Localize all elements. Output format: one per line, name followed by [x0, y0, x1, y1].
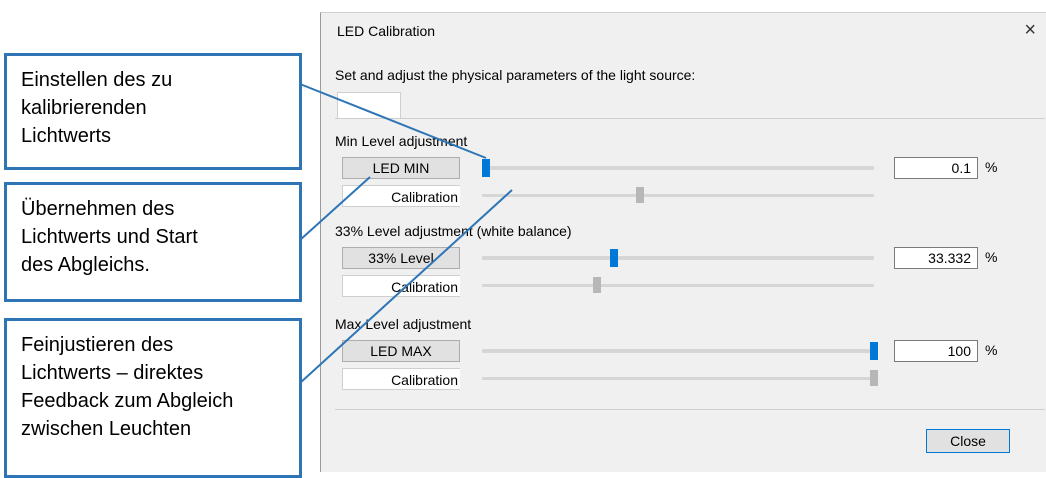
dialog-title: LED Calibration [337, 23, 436, 39]
max-calibration-button[interactable]: Calibration [342, 368, 460, 390]
min-calibration-button[interactable]: Calibration [342, 185, 460, 207]
callout-apply-start: Übernehmen des Lichtwerts und Start des … [4, 182, 302, 302]
level-33-unit: % [985, 249, 998, 265]
section-title-min: Min Level adjustment [335, 133, 468, 149]
level-33-slider[interactable] [482, 256, 874, 260]
max-calibration-slider[interactable] [482, 377, 878, 380]
level-33-calibration-slider[interactable] [482, 284, 874, 287]
led-min-button[interactable]: LED MIN [342, 157, 460, 179]
min-level-unit: % [985, 159, 998, 175]
level-33-calibration-slider-thumb[interactable] [593, 277, 602, 293]
section-title-33: 33% Level adjustment (white balance) [335, 223, 572, 239]
led-calibration-dialog: LED Calibration × Set and adjust the phy… [320, 12, 1046, 472]
calibration-panel: Min Level adjustment LED MIN 0.1 % Calib… [335, 118, 1045, 410]
close-icon[interactable]: × [1024, 19, 1036, 42]
max-calibration-slider-thumb[interactable] [870, 370, 878, 386]
max-level-unit: % [985, 342, 998, 358]
max-level-slider[interactable] [482, 349, 878, 353]
max-level-slider-thumb[interactable] [870, 342, 878, 360]
max-level-value-input[interactable]: 100 [894, 340, 978, 362]
callout-fine-adjust: Feinjustieren des Lichtwerts – direktes … [4, 318, 302, 478]
dialog-subtitle: Set and adjust the physical parameters o… [335, 67, 696, 83]
level-33-calibration-button[interactable]: Calibration [342, 275, 460, 297]
section-title-max: Max Level adjustment [335, 316, 472, 332]
tab-blank[interactable] [337, 92, 401, 119]
min-level-slider[interactable] [482, 166, 874, 170]
level-33-slider-thumb[interactable] [609, 249, 618, 267]
callout-set-light-value: Einstellen des zu kalibrierenden Lichtwe… [4, 53, 302, 170]
led-max-button[interactable]: LED MAX [342, 340, 460, 362]
min-calibration-slider[interactable] [482, 194, 874, 197]
close-button[interactable]: Close [926, 429, 1010, 453]
level-33-value-input[interactable]: 33.332 [894, 247, 978, 269]
min-calibration-slider-thumb[interactable] [635, 187, 644, 203]
min-level-slider-thumb[interactable] [482, 159, 491, 177]
min-level-value-input[interactable]: 0.1 [894, 157, 978, 179]
level-33-button[interactable]: 33% Level [342, 247, 460, 269]
